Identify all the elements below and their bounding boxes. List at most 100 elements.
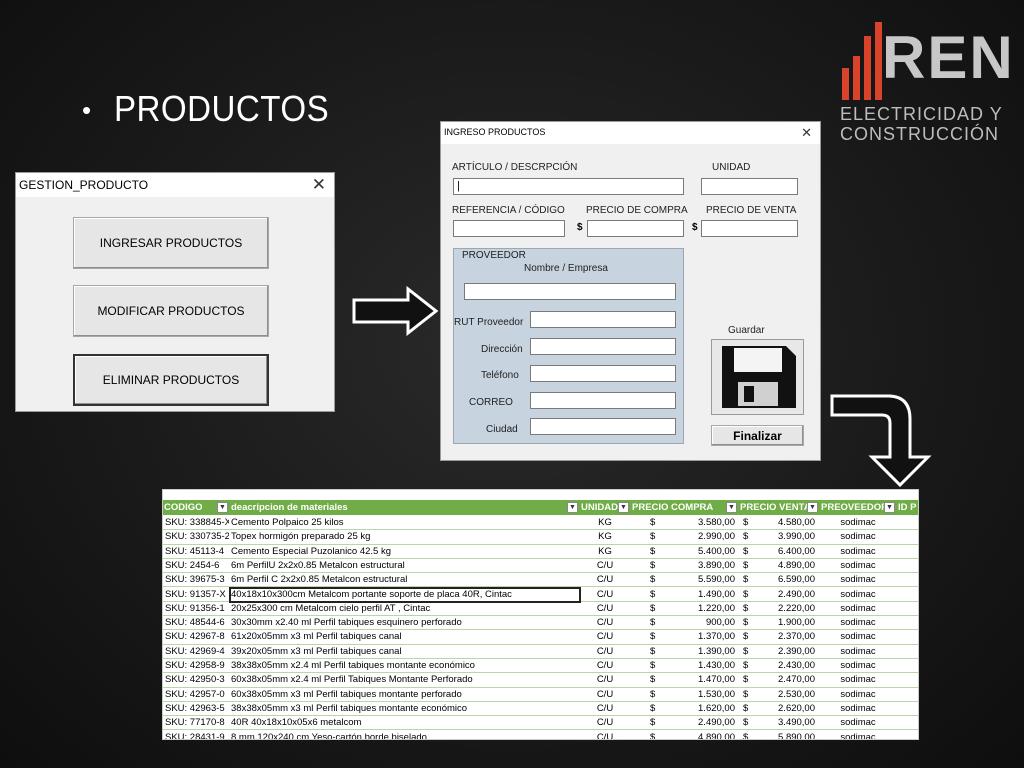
cell-c1[interactable]: $ xyxy=(650,674,660,686)
ingresar-productos-button[interactable]: INGRESAR PRODUCTOS xyxy=(73,217,269,269)
cell-c2[interactable]: $ xyxy=(743,631,753,643)
cell-c1[interactable]: $ xyxy=(650,732,660,740)
cell-unit[interactable]: C/U xyxy=(580,574,630,586)
table-row[interactable]: SKU: 42957-0 60x38x05mm x3 ml Perfil tabi… xyxy=(163,687,918,702)
table-row[interactable]: SKU: 42950-3 60x38x05mm x2.4 ml Perfil Ta… xyxy=(163,673,918,688)
cell-venta[interactable]: 2.470,00 xyxy=(753,674,815,686)
cell-desc[interactable]: 6m PerfilU 2x2x0.85 Metalcon estructural xyxy=(231,560,576,572)
cell-venta[interactable]: 2.370,00 xyxy=(753,631,815,643)
cell-c1[interactable]: $ xyxy=(650,631,660,643)
unidad-input[interactable] xyxy=(701,178,798,195)
cell-venta[interactable]: 4.580,00 xyxy=(753,517,815,529)
table-row[interactable]: SKU: 42958-9 38x38x05mm x2.4 ml Perfil ta… xyxy=(163,659,918,674)
cell-code[interactable]: SKU: 338845-X xyxy=(165,517,229,529)
cell-c2[interactable]: $ xyxy=(743,603,753,615)
cell-compra[interactable]: 1.530,00 xyxy=(663,689,735,701)
cell-unit[interactable]: C/U xyxy=(580,717,630,729)
cell-c1[interactable]: $ xyxy=(650,517,660,529)
cell-c1[interactable]: $ xyxy=(650,589,660,601)
col-header-proveedor[interactable]: PREOVEEDOR ▼ xyxy=(820,500,896,515)
cell-code[interactable]: SKU: 77170-8 xyxy=(165,717,229,729)
cell-c2[interactable]: $ xyxy=(743,546,753,558)
cell-code[interactable]: SKU: 42963-5 xyxy=(165,703,229,715)
cell-venta[interactable]: 2.530,00 xyxy=(753,689,815,701)
cell-venta[interactable]: 6.590,00 xyxy=(753,574,815,586)
telefono-input[interactable] xyxy=(530,365,676,382)
close-icon[interactable]: ✕ xyxy=(801,125,812,141)
col-header-descripcion[interactable]: deacripcion de materiales ▼ xyxy=(230,500,579,515)
cell-c1[interactable]: $ xyxy=(650,546,660,558)
cell-venta[interactable]: 2.490,00 xyxy=(753,589,815,601)
cell-c2[interactable]: $ xyxy=(743,589,753,601)
cell-compra[interactable]: 1.390,00 xyxy=(663,646,735,658)
ciudad-input[interactable] xyxy=(530,418,676,435)
table-row[interactable]: SKU: 338845-X Cemento Polpaico 25 kilos KG… xyxy=(163,516,918,531)
filter-dropdown-icon[interactable]: ▼ xyxy=(217,502,228,513)
cell-c1[interactable]: $ xyxy=(650,617,660,629)
cell-venta[interactable]: 2.620,00 xyxy=(753,703,815,715)
cell-desc[interactable]: 61x20x05mm x3 ml Perfil tabiques canal xyxy=(231,631,576,643)
referencia-input[interactable] xyxy=(453,220,565,237)
cell-desc[interactable]: 8 mm 120x240 cm Yeso-cartón borde bisela… xyxy=(231,732,576,740)
cell-unit[interactable]: C/U xyxy=(580,617,630,629)
cell-code[interactable]: SKU: 330735-2 xyxy=(165,531,229,543)
cell-unit[interactable]: C/U xyxy=(580,732,630,740)
cell-venta[interactable]: 2.390,00 xyxy=(753,646,815,658)
cell-compra[interactable]: 1.430,00 xyxy=(663,660,735,672)
table-row[interactable]: SKU: 42969-4 39x20x05mm x3 ml Perfil tabi… xyxy=(163,645,918,659)
direccion-input[interactable] xyxy=(530,338,676,355)
cell-compra[interactable]: 2.990,00 xyxy=(663,531,735,543)
cell-code[interactable]: SKU: 28431-9 xyxy=(165,732,229,740)
cell-prov[interactable]: sodimac xyxy=(820,703,896,715)
cell-prov[interactable]: sodimac xyxy=(820,531,896,543)
cell-c2[interactable]: $ xyxy=(743,674,753,686)
cell-prov[interactable]: sodimac xyxy=(820,603,896,615)
cell-unit[interactable]: C/U xyxy=(580,603,630,615)
cell-desc[interactable]: 40R 40x18x10x05x6 metalcom xyxy=(231,717,576,729)
table-row[interactable]: SKU: 45113-4 Cemento Especial Puzolanico … xyxy=(163,544,918,559)
correo-input[interactable] xyxy=(530,392,676,409)
cell-compra[interactable]: 1.220,00 xyxy=(663,603,735,615)
precio-compra-input[interactable] xyxy=(587,220,684,237)
col-header-codigo[interactable]: CODIGO ▼ xyxy=(163,500,229,515)
cell-code[interactable]: SKU: 42950-3 xyxy=(165,674,229,686)
cell-unit[interactable]: C/U xyxy=(580,589,630,601)
filter-dropdown-icon[interactable]: ▼ xyxy=(807,502,818,513)
table-row[interactable]: SKU: 2454-6 6m PerfilU 2x2x0.85 Metalcon … xyxy=(163,559,918,574)
cell-c1[interactable]: $ xyxy=(650,689,660,701)
cell-desc[interactable]: 30x30mm x2.40 ml Perfil tabiques esquine… xyxy=(231,617,576,629)
cell-code[interactable]: SKU: 91357-X xyxy=(165,589,229,601)
col-header-unidad[interactable]: UNIDAD ▼ xyxy=(580,500,630,515)
table-row[interactable]: SKU: 48544-6 30x30mm x2.40 ml Perfil tabi… xyxy=(163,616,918,631)
cell-venta[interactable]: 3.490,00 xyxy=(753,717,815,729)
cell-unit[interactable]: C/U xyxy=(580,660,630,672)
close-icon[interactable]: ✕ xyxy=(312,175,326,195)
cell-venta[interactable]: 2.220,00 xyxy=(753,603,815,615)
cell-prov[interactable]: sodimac xyxy=(820,674,896,686)
cell-code[interactable]: SKU: 48544-6 xyxy=(165,617,229,629)
table-row[interactable]: SKU: 330735-2 Topex hormigón preparado 25… xyxy=(163,530,918,545)
filter-dropdown-icon[interactable]: ▼ xyxy=(726,502,737,513)
table-row[interactable]: SKU: 42963-5 38x38x05mm x3 ml Perfil tabi… xyxy=(163,702,918,717)
cell-code[interactable]: SKU: 42958-9 xyxy=(165,660,229,672)
cell-code[interactable]: SKU: 2454-6 xyxy=(165,560,229,572)
cell-c2[interactable]: $ xyxy=(743,732,753,740)
cell-prov[interactable]: sodimac xyxy=(820,560,896,572)
cell-prov[interactable]: sodimac xyxy=(820,517,896,529)
cell-desc[interactable]: Cemento Especial Puzolanico 42.5 kg xyxy=(231,546,576,558)
cell-compra[interactable]: 900,00 xyxy=(663,617,735,629)
cell-unit[interactable]: C/U xyxy=(580,560,630,572)
cell-compra[interactable]: 1.620,00 xyxy=(663,703,735,715)
cell-unit[interactable]: KG xyxy=(580,517,630,529)
rut-input[interactable] xyxy=(530,311,676,328)
cell-c2[interactable]: $ xyxy=(743,531,753,543)
cell-compra[interactable]: 5.590,00 xyxy=(663,574,735,586)
cell-compra[interactable]: 1.370,00 xyxy=(663,631,735,643)
cell-unit[interactable]: C/U xyxy=(580,674,630,686)
cell-unit[interactable]: KG xyxy=(580,531,630,543)
cell-c1[interactable]: $ xyxy=(650,717,660,729)
cell-venta[interactable]: 5.890,00 xyxy=(753,732,815,740)
cell-c2[interactable]: $ xyxy=(743,574,753,586)
nombre-input[interactable] xyxy=(464,283,676,300)
precio-venta-input[interactable] xyxy=(701,220,798,237)
